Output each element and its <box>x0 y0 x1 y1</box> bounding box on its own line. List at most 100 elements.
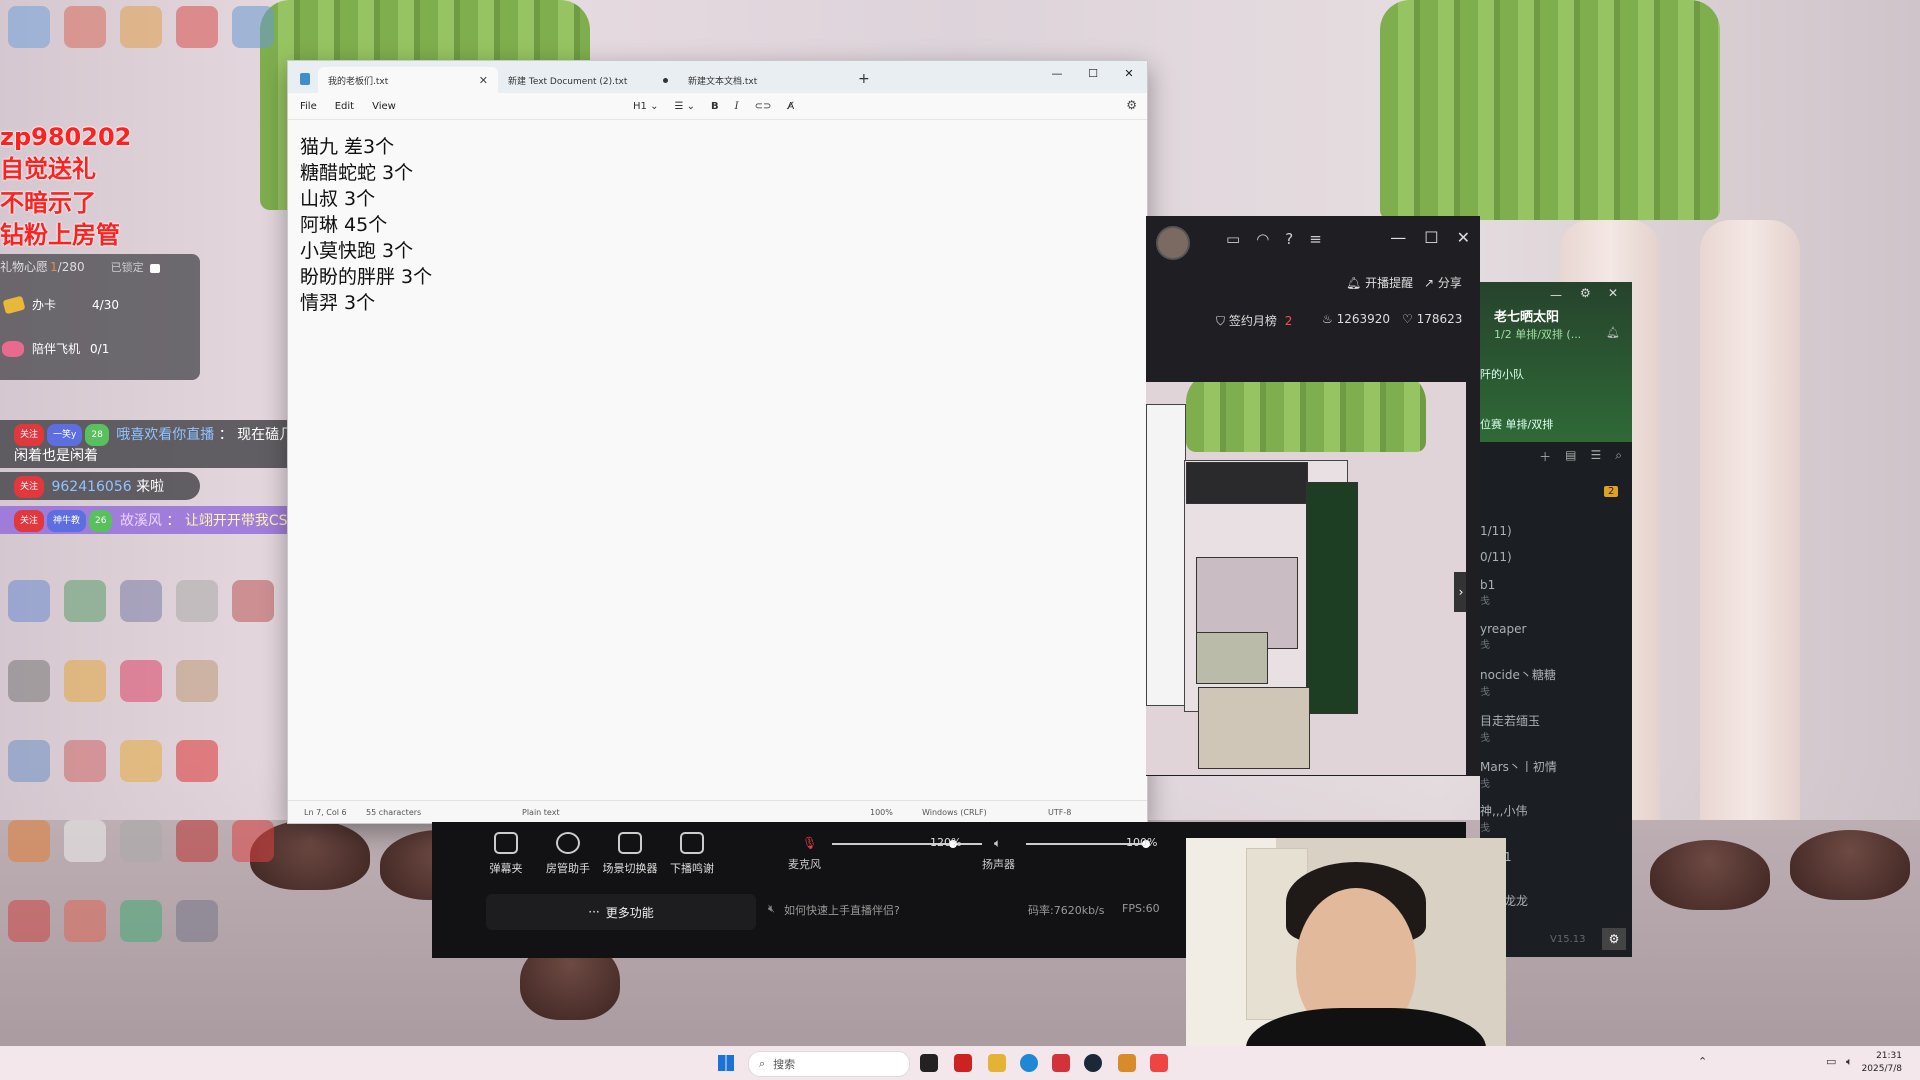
menu-view[interactable]: View <box>372 101 396 112</box>
tab-active[interactable]: 我的老板们.txt ✕ <box>318 67 498 93</box>
menu-file[interactable]: File <box>300 101 317 112</box>
minimize-button[interactable]: — <box>1390 228 1406 247</box>
share-button[interactable]: ↗ 分享 <box>1424 274 1462 291</box>
search-icon[interactable]: ⌕ <box>1615 448 1622 474</box>
tray-chevron-icon[interactable]: ⌃ <box>1698 1055 1707 1068</box>
help-tip-link[interactable]: 如何快速上手直播伴侣? <box>784 902 900 918</box>
list-icon[interactable]: ☰ <box>1591 448 1602 474</box>
taskbar-clock[interactable]: 21:31 2025/7/8 <box>1862 1050 1902 1076</box>
close-button[interactable]: ✕ <box>1608 286 1618 300</box>
desktop-icon[interactable] <box>120 900 162 942</box>
taskbar-app-icon[interactable] <box>920 1054 938 1072</box>
help-icon[interactable]: ? <box>1285 230 1293 248</box>
list-icon[interactable]: ☰ ⌄ <box>674 101 695 112</box>
tray-volume-icon[interactable]: 🔈︎ <box>1846 1055 1853 1069</box>
link-icon[interactable]: ⊂⊃ <box>755 101 772 112</box>
tab[interactable]: 新建文本文档.txt <box>678 67 858 93</box>
add-friend-icon[interactable]: ＋ <box>1539 448 1551 474</box>
lobby-item[interactable]: 0/11) <box>1480 550 1512 564</box>
desktop-icon[interactable] <box>120 580 162 622</box>
edge-icon[interactable] <box>1020 1054 1038 1072</box>
desktop-icon[interactable] <box>120 820 162 862</box>
bold-button[interactable]: B <box>711 101 719 112</box>
monthly-rank[interactable]: ⛉ 签约月榜 2 <box>1216 312 1292 329</box>
desktop-icon[interactable] <box>232 6 274 48</box>
desktop-icon[interactable] <box>120 740 162 782</box>
danmu-button[interactable]: 弹幕夹 <box>476 832 536 876</box>
scene-switcher-button[interactable]: 场景切换器 <box>600 832 660 876</box>
more-features-button[interactable]: ··· 更多功能 <box>486 894 756 930</box>
lobby-item[interactable]: 1/11) <box>1480 524 1512 538</box>
desktop-icon[interactable] <box>176 820 218 862</box>
maximize-button[interactable]: ☐ <box>1424 228 1438 247</box>
desktop-icon[interactable] <box>176 6 218 48</box>
folder-icon[interactable]: ▤ <box>1565 448 1576 474</box>
avatar[interactable] <box>1156 226 1190 260</box>
desktop-icon[interactable] <box>232 820 274 862</box>
thanks-button[interactable]: 下播鸣谢 <box>662 832 722 876</box>
message-icon[interactable]: ▭ <box>1226 230 1240 248</box>
steam-icon[interactable] <box>1084 1054 1102 1072</box>
taskbar-app-icon[interactable] <box>1118 1054 1136 1072</box>
encoding-label[interactable]: UTF-8 <box>1048 808 1071 817</box>
desktop-icon[interactable] <box>64 820 106 862</box>
desktop-icon[interactable] <box>232 580 274 622</box>
format-label[interactable]: Plain text <box>522 808 560 817</box>
desktop-icon[interactable] <box>176 740 218 782</box>
close-button[interactable]: ✕ <box>1111 61 1147 85</box>
lobby-item[interactable]: 目走若缅玉戋 <box>1480 712 1540 744</box>
desktop-icon[interactable] <box>8 820 50 862</box>
taskbar-search[interactable]: ⌕ 搜索 <box>748 1051 910 1077</box>
desktop-icon[interactable] <box>64 580 106 622</box>
microphone-icon[interactable]: 🎙︎ <box>802 836 817 850</box>
lobby-item[interactable]: Mars丶丨初情戋 <box>1480 758 1557 790</box>
room-admin-button[interactable]: 房管助手 <box>538 832 598 876</box>
desktop-icon[interactable] <box>64 900 106 942</box>
stream-remind[interactable]: 🔔︎ 开播提醒 <box>1346 274 1413 291</box>
lobby-item[interactable]: b1 戋 <box>1480 578 1495 607</box>
minimize-button[interactable]: — <box>1039 61 1075 85</box>
taskbar-app-icon[interactable] <box>954 1054 972 1072</box>
desktop-icon[interactable] <box>8 580 50 622</box>
desktop-icon[interactable] <box>120 660 162 702</box>
italic-button[interactable]: I <box>735 101 739 112</box>
gear-icon[interactable]: ⚙ <box>1580 286 1591 300</box>
maximize-button[interactable]: ☐ <box>1075 61 1111 85</box>
minimize-button[interactable]: — <box>1550 288 1562 302</box>
desktop-icon[interactable] <box>8 660 50 702</box>
desktop-icon[interactable] <box>8 740 50 782</box>
desktop-icon[interactable] <box>120 6 162 48</box>
desktop-icon[interactable] <box>176 580 218 622</box>
clear-format-icon[interactable]: A̸ <box>787 101 794 112</box>
tray-network-icon[interactable]: ▭ <box>1826 1055 1836 1068</box>
notification-icon[interactable]: 🔔︎ <box>1606 326 1620 339</box>
line-ending-label[interactable]: Windows (CRLF) <box>922 808 987 817</box>
text-editor[interactable]: 猫九 差3个 糖醋蛇蛇 3个 山叔 3个 阿琳 45个 小莫快跑 3个 盼盼的胖… <box>288 120 1147 330</box>
windows-start-icon[interactable] <box>718 1055 734 1071</box>
taskbar-app-icon[interactable] <box>1150 1054 1168 1072</box>
desktop-icon[interactable] <box>64 6 106 48</box>
heading-dropdown[interactable]: H1 ⌄ <box>633 101 658 112</box>
zoom-label[interactable]: 100% <box>870 808 893 817</box>
tab[interactable]: 新建 Text Document (2).txt <box>498 67 678 93</box>
taskbar-app-icon[interactable] <box>988 1054 1006 1072</box>
desktop-icon[interactable] <box>176 900 218 942</box>
close-tab-icon[interactable]: ✕ <box>479 74 488 87</box>
desktop-icon[interactable] <box>8 6 50 48</box>
desktop-icon[interactable] <box>176 660 218 702</box>
lobby-item[interactable]: nocide丶糖糖戋 <box>1480 666 1556 698</box>
desktop-icon[interactable] <box>64 740 106 782</box>
lobby-item[interactable]: yreaper 戋 <box>1480 622 1526 651</box>
lobby-item[interactable]: 神,,,小伟戋 <box>1480 802 1527 834</box>
menu-icon[interactable]: ≡ <box>1309 230 1322 248</box>
expand-arrow-icon[interactable]: › <box>1454 572 1466 612</box>
add-tab-button[interactable]: + <box>858 71 870 87</box>
settings-icon[interactable]: ⚙ <box>1602 928 1626 950</box>
taskbar-app-icon[interactable] <box>1052 1054 1070 1072</box>
desktop-icon[interactable] <box>8 900 50 942</box>
close-button[interactable]: ✕ <box>1457 228 1470 247</box>
speaker-icon[interactable]: 🔈︎ <box>994 836 1001 851</box>
menu-edit[interactable]: Edit <box>335 101 354 112</box>
desktop-icon[interactable] <box>64 660 106 702</box>
headset-icon[interactable]: ◠ <box>1256 230 1269 248</box>
